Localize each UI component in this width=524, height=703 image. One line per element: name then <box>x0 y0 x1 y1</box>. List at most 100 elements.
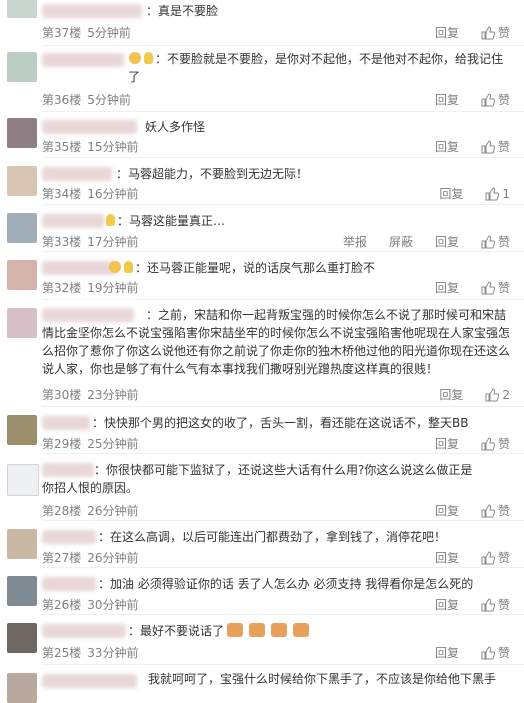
divider <box>42 453 524 454</box>
comment-actions: 回复 赞 <box>413 549 510 566</box>
thumbs-up-icon <box>481 139 495 153</box>
like-label: 赞 <box>497 598 510 612</box>
like-button[interactable]: 2 <box>485 388 510 402</box>
avatar[interactable] <box>7 464 39 496</box>
username-blurred[interactable] <box>42 120 137 134</box>
avatar[interactable] <box>7 623 37 653</box>
comment-text-wrap: ：马蓉这能量真正… <box>104 212 514 230</box>
comment-meta: 第25楼 33分钟前 <box>42 644 145 661</box>
comment-meta: 第35楼 15分钟前 <box>42 138 145 155</box>
reply-button[interactable]: 回复 <box>439 386 463 403</box>
avatar[interactable] <box>7 576 37 606</box>
avatar[interactable] <box>7 0 37 18</box>
comment-actions: 回复 赞 <box>413 91 510 108</box>
comment-time: 5分钟前 <box>87 93 131 107</box>
like-label: 赞 <box>497 551 510 565</box>
reply-button[interactable]: 回复 <box>435 502 459 519</box>
block-button[interactable]: 屏蔽 <box>389 233 413 250</box>
like-button[interactable]: 赞 <box>481 502 510 519</box>
like-button[interactable]: 1 <box>485 187 510 201</box>
like-button[interactable]: 赞 <box>481 233 510 250</box>
floor-number: 第30楼 <box>42 388 82 402</box>
comment-actions: 回复 赞 <box>413 644 510 661</box>
comment-text: 我就呵呵了，宝强什么时候给你下黑手了，不应该是你给他下黑手 <box>148 672 497 686</box>
reply-button[interactable]: 回复 <box>435 91 459 108</box>
comment-time: 23分钟前 <box>87 388 139 402</box>
comment-actions: 回复 赞 <box>413 279 510 296</box>
comment-time: 19分钟前 <box>87 281 139 295</box>
floor-number: 第35楼 <box>42 140 82 154</box>
comment-meta: 第37楼 5分钟前 <box>42 24 137 41</box>
comment-text: ：马蓉超能力，不要脸到无边无际！ <box>116 167 309 181</box>
floor-number: 第34楼 <box>42 187 82 201</box>
avatar[interactable] <box>7 213 37 243</box>
thumbs-up-icon <box>481 92 495 106</box>
username-blurred[interactable] <box>42 4 142 18</box>
reply-button[interactable]: 回复 <box>435 644 459 661</box>
comment-actions: 回复 赞 <box>413 596 510 613</box>
like-button[interactable]: 赞 <box>481 279 510 296</box>
comment-actions: 举报 屏蔽 回复 赞 <box>321 233 510 250</box>
like-button[interactable]: 赞 <box>481 435 510 452</box>
username-blurred[interactable] <box>42 624 126 638</box>
username-blurred[interactable] <box>42 214 104 228</box>
thumbs-up-icon <box>481 280 495 294</box>
like-label: 赞 <box>497 140 510 154</box>
like-button[interactable]: 赞 <box>481 596 510 613</box>
lightbulb-icon <box>106 214 115 226</box>
divider <box>42 520 524 521</box>
username-blurred[interactable] <box>42 167 112 181</box>
comment-text: ：还马蓉正能量呢，说的话戾气那么重打脸不 <box>135 261 376 275</box>
avatar[interactable] <box>7 308 37 338</box>
username-blurred[interactable] <box>42 416 90 430</box>
reply-button[interactable]: 回复 <box>435 24 459 41</box>
comment-time: 17分钟前 <box>87 235 139 249</box>
like-button[interactable]: 赞 <box>481 138 510 155</box>
username-blurred[interactable] <box>42 53 124 67</box>
like-label: 赞 <box>497 504 510 518</box>
floor-number: 第36楼 <box>42 93 82 107</box>
reply-button[interactable]: 回复 <box>435 549 459 566</box>
comment-actions: 回复 赞 <box>413 138 510 155</box>
avatar[interactable] <box>7 529 37 559</box>
avatar[interactable] <box>7 52 37 82</box>
reply-button[interactable]: 回复 <box>435 233 459 250</box>
avatar[interactable] <box>7 118 37 148</box>
like-label: 赞 <box>497 437 510 451</box>
thumbs-up-icon <box>481 597 495 611</box>
like-button[interactable]: 赞 <box>481 549 510 566</box>
reply-button[interactable]: 回复 <box>439 185 463 202</box>
username-blurred[interactable] <box>42 577 96 591</box>
reply-button[interactable]: 回复 <box>435 596 459 613</box>
like-button[interactable]: 赞 <box>481 644 510 661</box>
comment-time: 15分钟前 <box>87 140 139 154</box>
comment-time: 5分钟前 <box>87 26 131 40</box>
reply-button[interactable]: 回复 <box>435 138 459 155</box>
avatar[interactable] <box>7 673 37 703</box>
comment-actions: 回复 赞 <box>413 435 510 452</box>
thumbs-down-emoji-icon <box>249 623 266 637</box>
thumbs-up-icon <box>481 550 495 564</box>
reply-button[interactable]: 回复 <box>435 279 459 296</box>
like-button[interactable]: 赞 <box>481 24 510 41</box>
avatar[interactable] <box>7 260 37 290</box>
report-button[interactable]: 举报 <box>343 233 367 250</box>
comment-text: ：在这么高调，以后可能连出门都费劲了，拿到钱了，消停花吧！ <box>98 530 447 544</box>
like-button[interactable]: 赞 <box>481 91 510 108</box>
comment-time: 16分钟前 <box>87 187 139 201</box>
avatar[interactable] <box>7 415 37 445</box>
reply-button[interactable]: 回复 <box>435 435 459 452</box>
avatar[interactable] <box>7 166 37 196</box>
comment-actions: 回复 赞 <box>413 502 510 519</box>
like-label: 赞 <box>497 235 510 249</box>
comment-meta: 第28楼 26分钟前 <box>42 502 145 519</box>
username-blurred[interactable] <box>42 530 96 544</box>
divider <box>42 664 524 665</box>
divider <box>42 567 524 568</box>
floor-number: 第32楼 <box>42 281 82 295</box>
like-label: 赞 <box>497 281 510 295</box>
divider <box>42 614 524 615</box>
lightbulb-icon <box>144 52 153 64</box>
username-blurred[interactable] <box>42 261 117 275</box>
floor-number: 第27楼 <box>42 551 82 565</box>
